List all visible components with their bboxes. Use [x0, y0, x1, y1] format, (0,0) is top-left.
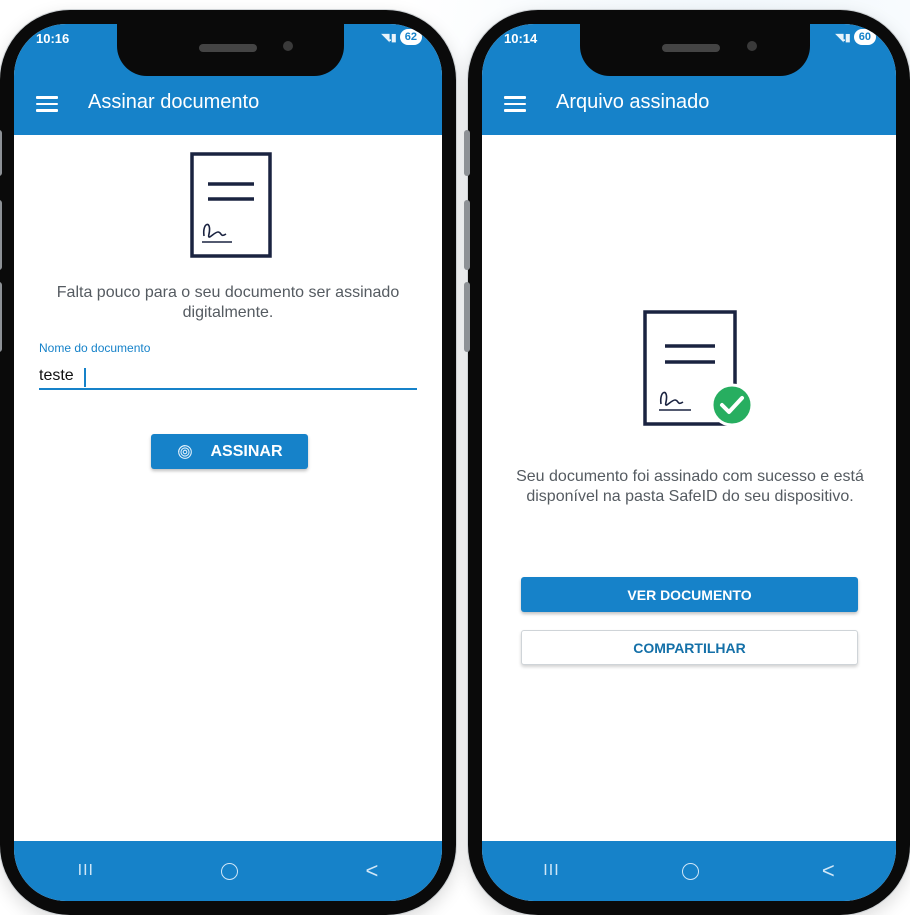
sign-button-label: ASSINAR [210, 442, 283, 460]
phone-left: 10:16 ◥.▮ 62 Assinar documento Falta pou… [0, 10, 456, 915]
back-icon[interactable]: < [822, 858, 835, 884]
page-title: Arquivo assinado [556, 91, 710, 113]
sign-button[interactable]: ASSINAR [151, 434, 308, 469]
status-time: 10:14 [504, 31, 538, 46]
camera-notch [580, 24, 810, 76]
status-icons: ◥.▮ 60 [835, 29, 876, 45]
document-name-input[interactable] [39, 364, 417, 390]
back-icon[interactable]: < [366, 858, 379, 884]
battery-icon: 62 [399, 29, 422, 45]
document-icon [643, 310, 759, 428]
battery-icon: 60 [853, 29, 876, 45]
screen-right: 10:14 ◥.▮ 60 Arquivo assinado Seu docume… [482, 24, 896, 901]
system-nav-bar: III < [14, 841, 442, 901]
view-document-button[interactable]: VER DOCUMENTO [521, 577, 858, 612]
status-icons: ◥.▮ 62 [381, 29, 422, 45]
phone-side-button [464, 130, 470, 176]
phone-right: 10:14 ◥.▮ 60 Arquivo assinado Seu docume… [464, 10, 910, 915]
document-icon [190, 152, 272, 258]
battery-level: 62 [404, 31, 417, 43]
screen-left: 10:16 ◥.▮ 62 Assinar documento Falta pou… [14, 24, 442, 901]
menu-icon[interactable] [504, 96, 526, 112]
recents-icon[interactable]: III [78, 862, 94, 880]
battery-level: 60 [858, 31, 871, 43]
recents-icon[interactable]: III [543, 862, 559, 880]
view-document-label: VER DOCUMENTO [627, 586, 752, 603]
system-nav-bar: III < [482, 841, 896, 901]
phone-side-button [464, 200, 470, 270]
page-title: Assinar documento [88, 91, 260, 113]
instruction-text: Falta pouco para o seu documento ser ass… [56, 284, 400, 321]
phone-side-button [0, 200, 2, 270]
home-icon[interactable] [682, 862, 700, 880]
camera-notch [117, 24, 344, 76]
home-icon[interactable] [221, 862, 239, 880]
success-message: Seu documento foi assinado com sucesso e… [516, 468, 864, 505]
menu-icon[interactable] [36, 96, 58, 112]
share-button[interactable]: COMPARTILHAR [521, 630, 858, 665]
document-name-label: Nome do documento [39, 341, 151, 355]
signal-icon: ◥.▮ [835, 31, 851, 44]
phone-side-button [464, 282, 470, 352]
signal-icon: ◥.▮ [381, 31, 397, 44]
status-time: 10:16 [36, 31, 70, 46]
check-circle-icon [710, 383, 754, 427]
fingerprint-icon [178, 444, 193, 459]
share-label: COMPARTILHAR [633, 639, 746, 656]
phone-side-button [0, 282, 2, 352]
text-caret [84, 368, 86, 387]
phone-side-button [0, 130, 2, 176]
